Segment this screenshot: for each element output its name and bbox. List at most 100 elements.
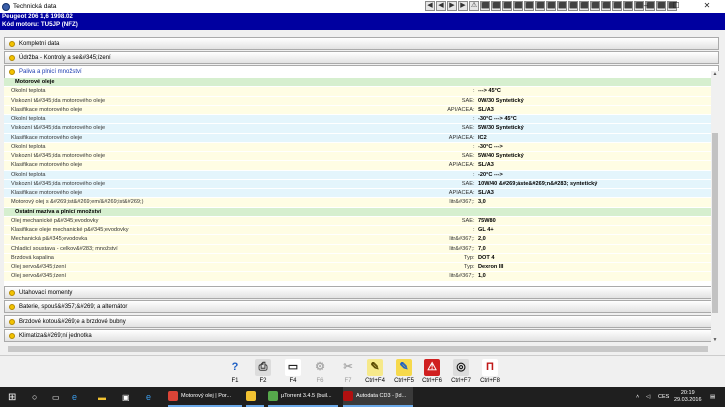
fluids-table: Motorové oleje Okolní teplota: ---> 45°C Vi… — [4, 78, 711, 298]
fkey-f4[interactable]: ▭ F4 — [280, 359, 306, 387]
notifications-icon[interactable]: ▤ — [710, 387, 715, 407]
toolbar-button-icon[interactable]: ⬛ — [491, 1, 501, 11]
scrollbar-thumb[interactable] — [8, 346, 708, 352]
row-label: Chladicí soustava - celkov&#283; množstv… — [11, 245, 118, 252]
toolbar-button-icon[interactable]: ⬛ — [535, 1, 545, 11]
row-value: 10W/40 &#269;áste&#269;n&#283; syntetick… — [478, 180, 598, 187]
folder-icon[interactable]: ▬ — [98, 387, 106, 407]
volume-icon[interactable]: ◁ — [646, 387, 650, 407]
clock[interactable]: 20:19 29.03.2016 — [674, 387, 702, 407]
table-row: Brzdová kapalina Typ: DOT 4 — [4, 253, 711, 263]
fkey-f2[interactable]: ⎙ F2 — [250, 359, 276, 387]
section-label: Klimatiza&#269;ní jednotka — [19, 332, 92, 339]
section-label: Utahovací momenty — [19, 289, 73, 296]
section-kompletni-data[interactable]: Kompletní data — [4, 37, 719, 50]
row-colon: : — [473, 143, 475, 150]
vehicle-header: Peugeot 206 1,6 1998.02 Kód motoru: TU5J… — [0, 13, 725, 30]
row-label: Viskozní t&#345;ída motorového oleje — [11, 125, 106, 132]
row-label: Viskozní t&#345;ída motorového oleje — [11, 180, 106, 187]
table-row: Olej mechanické p&#345;evodovky SAE:75W80 — [4, 216, 711, 226]
toolbar-button-icon[interactable]: ◀ — [436, 1, 446, 11]
taskbar-app[interactable]: Autodata CD3 - [Id... — [343, 387, 413, 407]
maximize-button[interactable]: ☐ — [666, 0, 686, 13]
start-icon[interactable]: ⊞ — [8, 387, 16, 407]
fkey-icon: ⚠ — [424, 359, 440, 376]
toolbar-button-icon[interactable]: ⬛ — [480, 1, 490, 11]
table-row: Olej servo&#345;ízení litr&#367;:1,0 — [4, 272, 711, 281]
scroll-down-icon[interactable]: ▼ — [711, 337, 719, 343]
scroll-up-icon[interactable]: ▲ — [711, 71, 719, 77]
row-unit: SAE — [461, 97, 473, 104]
row-colon: : — [473, 273, 475, 280]
toolbar-button-icon[interactable]: ⬛ — [601, 1, 611, 11]
taskbar-app[interactable]: µTorrent 3.4.5 (buil... — [268, 387, 338, 407]
section-brzdove[interactable]: Brzdové kotou&#269;e a brzdové bubny — [4, 315, 719, 328]
fkey-f1[interactable]: ? F1 — [222, 359, 248, 387]
row-label: Viskozní t&#345;ída motorového oleje — [11, 153, 106, 159]
keyboard-lang[interactable]: CES — [658, 387, 669, 407]
toolbar-button-icon[interactable]: ▶ — [458, 1, 468, 11]
row-colon: : — [473, 116, 475, 122]
row-value: 0W/30 Syntetický — [478, 97, 524, 104]
app-icon — [168, 391, 178, 401]
ie-icon[interactable]: e — [146, 387, 151, 407]
task-view-icon[interactable]: ▭ — [52, 387, 60, 407]
store-icon[interactable]: ▣ — [122, 387, 130, 407]
minimize-button[interactable]: – — [636, 0, 656, 13]
fkey-ctrl-f6[interactable]: ⚠ Ctrl+F6 — [419, 359, 445, 387]
row-value: SL/A3 — [478, 190, 494, 196]
section-klimatizace[interactable]: Klimatiza&#269;ní jednotka — [4, 329, 719, 342]
toolbar-button-icon[interactable]: ⬛ — [656, 1, 666, 11]
section-label: Baterie, spouš&#357;&#269; a alternátor — [19, 303, 128, 310]
tray-arrow-icon[interactable]: ˄ — [636, 387, 639, 407]
fkey-ctrl-f7[interactable]: ◎ Ctrl+F7 — [448, 359, 474, 387]
app-icon — [246, 391, 256, 401]
fkey-icon: ▭ — [285, 359, 301, 376]
edge-icon[interactable]: e — [72, 387, 77, 407]
table-row: Okolní teplota: ---> 45°C — [4, 87, 711, 96]
toolbar-button-icon[interactable]: ⬛ — [513, 1, 523, 11]
table-row: Motorový olej s &#269;ist&#269;em/&#269;… — [4, 198, 711, 207]
toolbar-button-icon[interactable]: ◀ — [425, 1, 435, 11]
app-icon — [268, 391, 278, 401]
close-button[interactable]: ✕ — [697, 0, 717, 13]
row-unit: APIACEA — [448, 190, 473, 196]
toolbar-button-icon[interactable]: ⬛ — [579, 1, 589, 11]
row-unit: API/ACEA — [447, 106, 473, 113]
toolbar-button-icon[interactable]: ⬛ — [502, 1, 512, 11]
toolbar-button-icon[interactable]: ⬛ — [623, 1, 633, 11]
toolbar-button-icon[interactable]: ▶ — [447, 1, 457, 11]
section-paliva[interactable]: Paliva a plnicí množství — [4, 65, 719, 78]
search-icon[interactable]: ○ — [32, 387, 37, 407]
row-unit: Typ — [463, 254, 473, 261]
toolbar-button-icon[interactable]: ⬛ — [546, 1, 556, 11]
fkey-ctrl-f8[interactable]: Π Ctrl+F8 — [477, 359, 503, 387]
horizontal-scrollbar[interactable] — [0, 345, 725, 353]
fkey-label: Ctrl+F6 — [422, 378, 442, 384]
toolbar-button-icon[interactable]: ⬛ — [568, 1, 578, 11]
row-value: 75W80 — [478, 217, 496, 224]
section-utahovaci-momenty[interactable]: Utahovací momenty — [4, 286, 719, 299]
taskbar-app[interactable]: Motorový olej | Por... — [168, 387, 242, 407]
table-row: Viskozní t&#345;ída motorového oleje SAE:… — [4, 96, 711, 105]
fkey-icon: ⎙ — [255, 359, 271, 376]
section-udrzba[interactable]: Údržba - Kontroly a se&#345;ízení — [4, 51, 719, 64]
toolbar-button-icon[interactable]: ⬛ — [524, 1, 534, 11]
taskbar-app[interactable] — [246, 387, 264, 407]
fkey-icon: ⚙ — [315, 361, 325, 373]
table-row: Viskozní t&#345;ída motorového oleje SAE:… — [4, 124, 711, 133]
toolbar-button-icon[interactable]: ⬛ — [612, 1, 622, 11]
taskbar: ⊞ ○ ▭ e ▬ ▣ e Motorový olej | Por... µTor… — [0, 387, 725, 407]
toolbar-button-icon[interactable]: ⬛ — [557, 1, 567, 11]
row-label: Olej servo&#345;ízení — [11, 264, 67, 270]
row-unit: litr&#367; — [449, 245, 473, 252]
toolbar-button-icon[interactable]: ⚠ — [469, 1, 479, 11]
row-label: Okolní teplota — [11, 143, 46, 150]
toolbar-button-icon[interactable]: ⬛ — [590, 1, 600, 11]
fkey-ctrl-f5[interactable]: ✎ Ctrl+F5 — [391, 359, 417, 387]
scrollbar-thumb[interactable] — [712, 133, 718, 313]
group-header: Ostatní maziva a plnicí množství — [4, 207, 711, 216]
section-baterie[interactable]: Baterie, spouš&#357;&#269; a alternátor — [4, 300, 719, 313]
vertical-scrollbar[interactable]: ▲ ▼ — [711, 71, 719, 343]
fkey-ctrl-f4[interactable]: ✎ Ctrl+F4 — [362, 359, 388, 387]
